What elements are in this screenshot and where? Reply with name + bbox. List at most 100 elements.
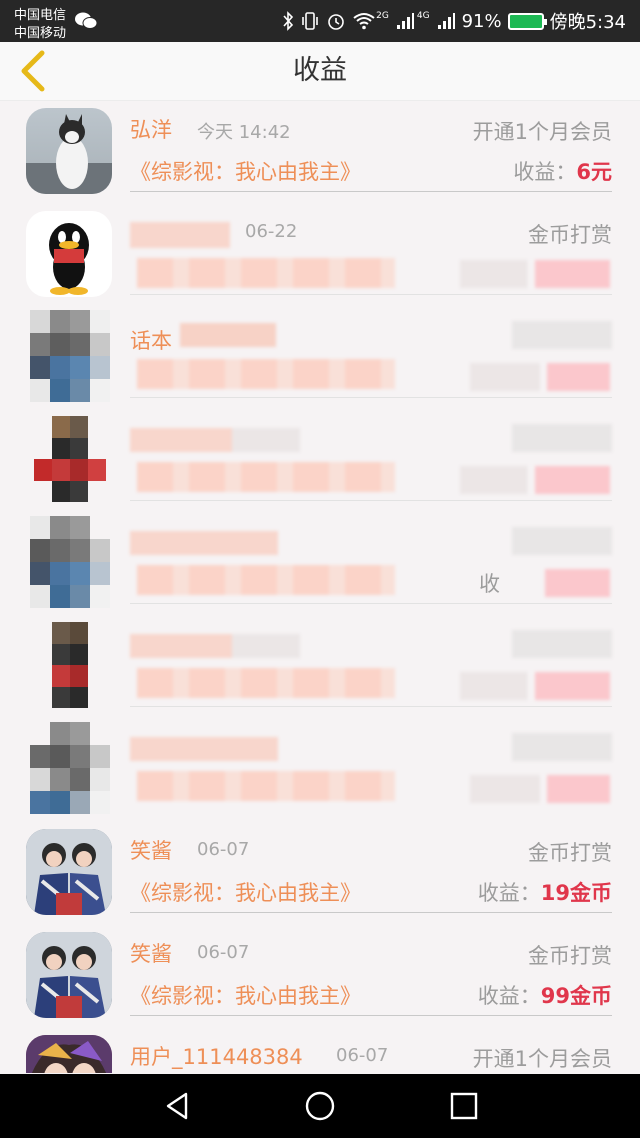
user-name: 话本 bbox=[130, 329, 172, 353]
status-icons: 2G 4G 91% 傍晚5:34 bbox=[282, 9, 626, 33]
page-title: 收益 bbox=[293, 55, 347, 86]
battery-percent: 91% bbox=[461, 10, 502, 32]
header: 收益 bbox=[0, 42, 640, 101]
earning-type: 金币打赏 bbox=[528, 944, 612, 968]
clock: 傍晚5:34 bbox=[549, 12, 626, 33]
divider bbox=[130, 500, 612, 501]
earnings-list: 弘洋 今天 14:42 开通1个月会员 《综影视：我心由我主》 收益：6元 06… bbox=[0, 101, 640, 1073]
earning-label: 收益： bbox=[477, 984, 541, 1008]
list-item[interactable]: 笑酱 06-07 金币打赏 《综影视：我心由我主》 收益：19金币 bbox=[0, 822, 640, 925]
user-name: 弘洋 bbox=[130, 118, 172, 142]
redacted-earning bbox=[470, 363, 610, 391]
earning-type: 金币打赏 bbox=[528, 223, 612, 247]
alarm-icon bbox=[328, 14, 344, 30]
timestamp: 今天 14:42 bbox=[197, 122, 291, 143]
redacted-name bbox=[130, 428, 300, 452]
redacted-earning bbox=[460, 672, 610, 700]
avatar bbox=[30, 516, 110, 608]
avatar bbox=[26, 932, 112, 1018]
redacted-type bbox=[512, 321, 612, 349]
divider bbox=[130, 1015, 612, 1016]
earning-value: 6元 bbox=[576, 160, 612, 184]
list-item[interactable]: 弘洋 今天 14:42 开通1个月会员 《综影视：我心由我主》 收益：6元 bbox=[0, 101, 640, 204]
avatar bbox=[34, 622, 106, 708]
redacted-earning bbox=[545, 569, 610, 597]
earning-value: 99金币 bbox=[540, 984, 612, 1008]
divider bbox=[130, 603, 612, 604]
avatar bbox=[26, 829, 112, 915]
redacted-earning bbox=[460, 466, 610, 494]
divider bbox=[130, 397, 612, 398]
list-item[interactable] bbox=[0, 616, 640, 719]
earning: 收益：19金币 bbox=[478, 877, 612, 907]
signal-4g-label: 4G bbox=[416, 11, 430, 21]
redacted-earning bbox=[460, 260, 610, 288]
redacted-type bbox=[512, 424, 612, 452]
redacted-type bbox=[512, 527, 612, 555]
timestamp: 06-22 bbox=[245, 221, 298, 242]
redacted-type bbox=[512, 733, 612, 761]
list-item[interactable]: 收 bbox=[0, 513, 640, 616]
bluetooth-icon bbox=[283, 11, 294, 31]
user-name: 用户_111448384 bbox=[130, 1045, 303, 1069]
recent-square-icon[interactable] bbox=[446, 1088, 482, 1124]
list-item[interactable]: 06-22 金币打赏 bbox=[0, 204, 640, 307]
redacted-name bbox=[130, 222, 230, 248]
list-item[interactable] bbox=[0, 410, 640, 513]
list-item[interactable]: 话本 bbox=[0, 307, 640, 410]
earning-label: 收益： bbox=[513, 160, 577, 184]
system-nav-bar bbox=[0, 1074, 640, 1138]
earning-label: 收 bbox=[479, 572, 500, 596]
timestamp: 06-07 bbox=[197, 942, 250, 963]
signal-icon bbox=[396, 13, 414, 29]
earning: 收益：6元 bbox=[513, 156, 612, 186]
earning-label: 收益： bbox=[477, 881, 541, 905]
redacted-show bbox=[137, 668, 395, 698]
redacted-show bbox=[137, 565, 395, 595]
list-item[interactable]: 用户_111448384 06-07 开通1个月会员 bbox=[0, 1028, 640, 1073]
home-circle-icon[interactable] bbox=[302, 1088, 338, 1124]
divider bbox=[130, 706, 612, 707]
earning: 收 bbox=[479, 568, 500, 598]
earning-value: 19金币 bbox=[540, 881, 612, 905]
earning-type: 开通1个月会员 bbox=[472, 1047, 612, 1071]
timestamp: 06-07 bbox=[197, 839, 250, 860]
user-name: 笑酱 bbox=[130, 942, 172, 966]
show-title: 《综影视：我心由我主》 bbox=[130, 881, 361, 905]
carrier-2: 中国移动 bbox=[14, 26, 67, 41]
divider bbox=[130, 294, 612, 295]
earning: 收益：99金币 bbox=[478, 980, 612, 1010]
earning-type: 开通1个月会员 bbox=[472, 120, 612, 144]
avatar bbox=[26, 1035, 112, 1073]
wechat-icon bbox=[75, 12, 97, 29]
redacted-show bbox=[137, 258, 395, 288]
show-title: 《综影视：我心由我主》 bbox=[130, 160, 361, 184]
avatar bbox=[34, 416, 106, 502]
redacted-show bbox=[137, 462, 395, 492]
back-triangle-icon[interactable] bbox=[160, 1088, 196, 1124]
status-bar: 中国电信 中国移动 2G 4G 91% 傍晚5:34 bbox=[0, 0, 640, 42]
redacted-name bbox=[130, 737, 278, 761]
redacted-name bbox=[130, 634, 300, 658]
battery-icon bbox=[507, 12, 547, 30]
signal-2g-label: 2G bbox=[376, 11, 389, 21]
avatar bbox=[30, 722, 110, 814]
redacted-show bbox=[137, 359, 395, 389]
wifi-icon bbox=[353, 13, 375, 30]
redacted-type bbox=[512, 630, 612, 658]
avatar bbox=[26, 108, 112, 194]
divider bbox=[130, 912, 612, 913]
vibrate-icon bbox=[302, 12, 318, 30]
redacted-earning bbox=[470, 775, 610, 803]
signal-icon bbox=[437, 13, 455, 29]
user-name: 笑酱 bbox=[130, 839, 172, 863]
carrier-1: 中国电信 bbox=[14, 8, 67, 23]
redacted-show bbox=[137, 771, 395, 801]
redacted-name bbox=[130, 531, 278, 555]
earning-type: 金币打赏 bbox=[528, 841, 612, 865]
redacted-name bbox=[180, 323, 276, 347]
list-item[interactable]: 笑酱 06-07 金币打赏 《综影视：我心由我主》 收益：99金币 bbox=[0, 925, 640, 1028]
divider bbox=[130, 191, 612, 192]
list-item[interactable] bbox=[0, 719, 640, 822]
timestamp: 06-07 bbox=[336, 1045, 389, 1066]
